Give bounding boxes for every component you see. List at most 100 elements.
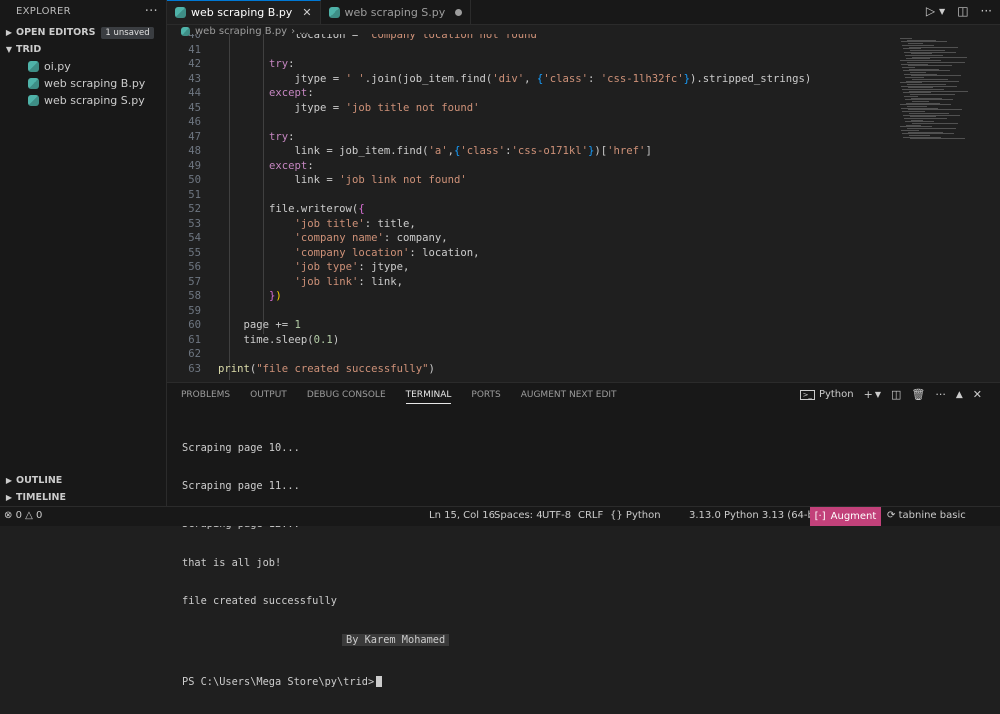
code-token: 0.1 — [313, 333, 333, 346]
code-editor[interactable]: 40 location = 'company location not foun… — [167, 34, 900, 380]
tab-debug-console[interactable]: DEBUG CONSOLE — [307, 390, 386, 404]
outline-section[interactable]: ▶ OUTLINE — [0, 472, 166, 489]
tabnine-label: tabnine basic — [898, 510, 966, 521]
code-line[interactable]: 46 — [167, 115, 900, 130]
close-icon[interactable]: ✕ — [973, 388, 982, 401]
code-line[interactable]: 62 — [167, 347, 900, 362]
outline-label: OUTLINE — [16, 475, 63, 486]
line-number: 56 — [188, 261, 201, 273]
more-actions-icon[interactable]: ··· — [981, 4, 992, 18]
line-number: 49 — [188, 159, 201, 172]
code-line[interactable]: 55 'company location': location, — [167, 246, 900, 261]
code-line[interactable]: 45 jtype = 'job title not found' — [167, 101, 900, 116]
close-icon[interactable]: ✕ — [302, 6, 311, 19]
line-ending[interactable]: CRLF — [578, 510, 603, 521]
explorer-header: EXPLORER ··· — [0, 0, 166, 22]
split-terminal-icon[interactable]: ◫ — [891, 388, 901, 401]
terminal-decoration: By Karem Mohamed — [342, 633, 450, 646]
line-number: 63 — [188, 362, 201, 375]
tab-output[interactable]: OUTPUT — [250, 390, 287, 404]
split-editor-icon[interactable]: ◫ — [957, 4, 968, 18]
line-number: 53 — [188, 217, 201, 230]
line-number: 60 — [188, 319, 201, 331]
code-line[interactable]: 54 'company name': company, — [167, 231, 900, 246]
code-line[interactable]: 40 location = 'company location not foun… — [167, 34, 900, 43]
code-token: : — [587, 72, 601, 85]
code-line[interactable]: 47 try: — [167, 130, 900, 145]
tab-problems[interactable]: PROBLEMS — [181, 390, 230, 404]
timeline-section[interactable]: ▶ TIMELINE — [0, 489, 166, 506]
tab-web-scraping-s[interactable]: web scraping S.py — [321, 0, 472, 24]
tab-web-scraping-b[interactable]: web scraping B.py ✕ — [167, 0, 321, 24]
code-token: "file created successfully" — [256, 362, 429, 375]
code-line[interactable]: 41 — [167, 43, 900, 58]
code-line[interactable]: 48 link = job_item.find('a',{'class':'cs… — [167, 144, 900, 159]
code-line[interactable]: 63 print("file created successfully") — [167, 362, 900, 377]
more-actions-icon[interactable]: ··· — [935, 388, 946, 401]
folder-label: TRID — [16, 44, 42, 55]
code-line[interactable]: 56 'job type': jtype, — [167, 260, 900, 275]
code-text: try: — [218, 130, 295, 145]
code-token: 1 — [294, 319, 301, 331]
open-editors-section[interactable]: ▶ OPEN EDITORS 1 unsaved — [0, 24, 166, 41]
code-line[interactable]: 49 except: — [167, 159, 900, 174]
file-item-web-scraping-s[interactable]: web scraping S.py — [0, 92, 166, 109]
code-line[interactable]: 42 try: — [167, 57, 900, 72]
tab-terminal[interactable]: TERMINAL — [405, 390, 452, 404]
tab-label: web scraping S.py — [344, 5, 446, 19]
unsaved-dot-icon[interactable] — [455, 8, 463, 16]
code-token: 'div' — [492, 72, 525, 85]
code-line[interactable]: 53 'job title': title, — [167, 217, 900, 232]
code-line[interactable]: 50 link = 'job link not found' — [167, 173, 900, 188]
code-line[interactable]: 60 page += 1 — [167, 318, 900, 333]
more-actions-icon[interactable]: ··· — [145, 4, 158, 19]
terminal-output[interactable]: Scraping page 10... Scraping page 11... … — [182, 416, 450, 714]
file-item-oi[interactable]: oi.py — [0, 58, 166, 75]
code-line[interactable]: 52 file.writerow({ — [167, 202, 900, 217]
augment-button[interactable]: [·] Augment — [810, 507, 881, 526]
line-number: 58 — [188, 290, 201, 302]
encoding[interactable]: UTF-8 — [542, 510, 571, 521]
code-token: try — [269, 58, 289, 70]
code-token: ).stripped_strings) — [690, 72, 812, 85]
line-number: 51 — [188, 188, 201, 201]
code-line[interactable]: 43 jtype = ' '.join(job_item.find('div',… — [167, 72, 900, 87]
tab-ports[interactable]: PORTS — [471, 390, 500, 404]
code-token: ] — [645, 145, 652, 157]
folder-trid[interactable]: ▼ TRID — [0, 41, 166, 58]
code-line[interactable]: 61 time.sleep(0.1) — [167, 333, 900, 348]
language-mode[interactable]: {} Python — [610, 510, 661, 521]
terminal-line: Scraping page 10... — [182, 441, 300, 454]
code-line[interactable]: 57 'job link': link, — [167, 275, 900, 290]
code-token: : location, — [409, 246, 480, 259]
code-token: ) — [428, 362, 435, 375]
code-token: time.sleep( — [218, 333, 314, 346]
line-number: 42 — [188, 58, 201, 70]
minimap[interactable] — [900, 34, 988, 184]
code-line[interactable]: 44 except: — [167, 86, 900, 101]
code-line[interactable]: 51 — [167, 188, 900, 203]
code-line[interactable]: 58 }) — [167, 289, 900, 304]
terminal-name[interactable]: Python — [819, 389, 854, 400]
code-token: link = — [218, 174, 340, 186]
tab-augment-next-edit[interactable]: AUGMENT NEXT EDIT — [521, 390, 617, 404]
python-version[interactable]: 3.13.0 — [689, 510, 721, 521]
editor-tabs: web scraping B.py ✕ web scraping S.py ▷ … — [167, 0, 1000, 25]
code-line[interactable]: 59 — [167, 304, 900, 319]
panel-actions: >_ Python + ▼ ◫ 🗑 ··· ▲ ✕ — [799, 388, 982, 401]
file-item-web-scraping-b[interactable]: web scraping B.py — [0, 75, 166, 92]
chevron-down-icon[interactable]: ▼ — [939, 7, 945, 18]
indentation[interactable]: Spaces: 4 — [494, 510, 543, 521]
tabnine-status[interactable]: ⟳ tabnine basic — [887, 510, 966, 521]
python-file-icon — [28, 61, 39, 72]
cursor-position[interactable]: Ln 15, Col 16 — [429, 510, 495, 521]
maximize-icon[interactable]: ▲ — [956, 390, 963, 400]
trash-icon[interactable]: 🗑 — [911, 388, 925, 401]
terminal-prompt[interactable]: PS C:\Users\Mega Store\py\trid> — [182, 676, 374, 688]
problems-status[interactable]: ⊗ 0 △ 0 — [4, 510, 42, 521]
run-icon[interactable]: ▷ — [926, 4, 935, 18]
code-token: 'job link not found' — [339, 174, 467, 186]
add-terminal-icon[interactable]: + — [864, 388, 873, 401]
chevron-down-icon[interactable]: ▼ — [875, 390, 881, 399]
